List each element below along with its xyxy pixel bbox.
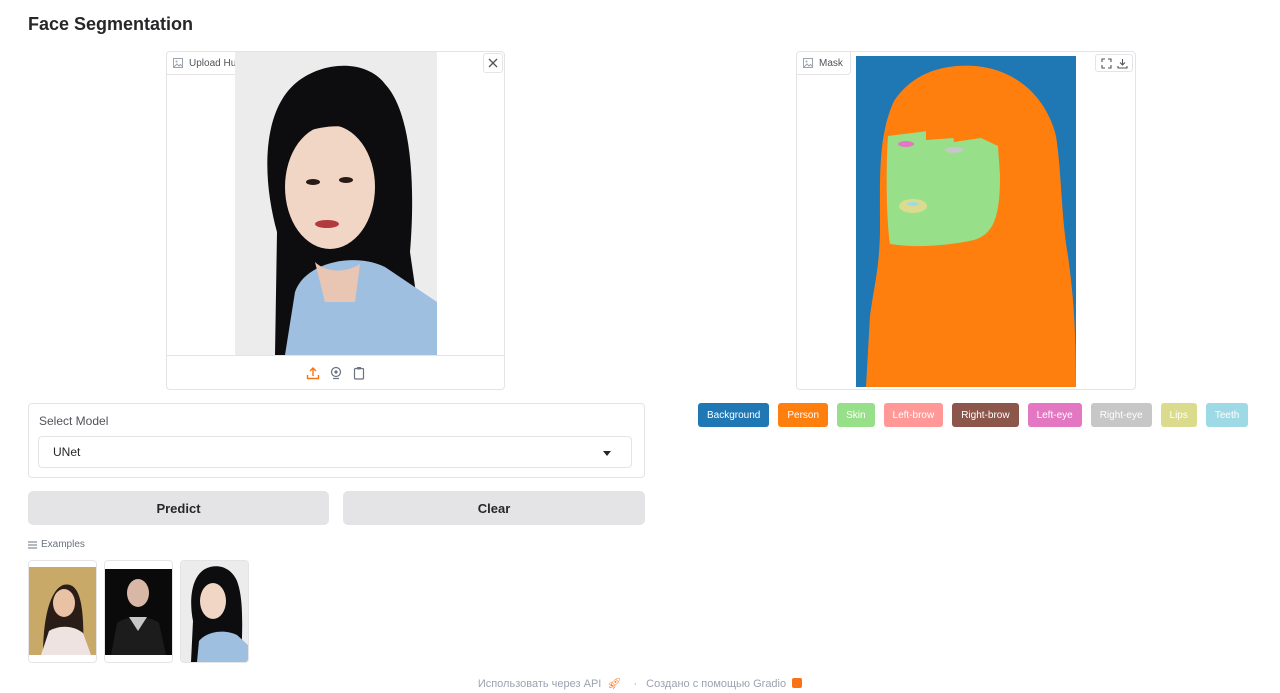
legend-skin: Skin bbox=[837, 403, 875, 427]
example-thumbnail-2[interactable] bbox=[104, 560, 173, 663]
example-image-3 bbox=[181, 561, 248, 662]
footer: Использовать через API 🚀︎ · Создано с по… bbox=[0, 677, 1280, 690]
legend-right-eye: Right-eye bbox=[1090, 403, 1152, 427]
built-with-gradio-link[interactable]: Создано с помощью Gradio bbox=[646, 678, 786, 690]
examples-label: Examples bbox=[41, 539, 85, 550]
legend-person: Person bbox=[778, 403, 829, 427]
upload-source-toolbar bbox=[167, 355, 504, 389]
legend-lips: Lips bbox=[1160, 403, 1197, 427]
download-icon bbox=[1116, 58, 1128, 69]
example-thumbnail-3[interactable] bbox=[180, 560, 249, 663]
example-image-2 bbox=[105, 561, 172, 662]
page-title: Face Segmentation bbox=[28, 14, 194, 34]
image-icon bbox=[173, 58, 183, 68]
rocket-icon: 🚀︎ bbox=[607, 678, 622, 690]
clear-button[interactable]: Clear bbox=[343, 491, 645, 525]
upload-icon bbox=[306, 366, 319, 379]
model-select-label: Select Model bbox=[39, 414, 109, 428]
model-selected-value: UNet bbox=[53, 445, 81, 459]
webcam-button[interactable] bbox=[328, 365, 343, 380]
upload-file-button[interactable] bbox=[305, 365, 320, 380]
chevron-down-icon bbox=[603, 451, 611, 456]
mask-label: Mask bbox=[819, 57, 843, 69]
mask-toolbar bbox=[1095, 54, 1133, 72]
upload-image-panel[interactable]: Upload Human Image bbox=[166, 51, 505, 390]
fullscreen-icon bbox=[1100, 57, 1112, 69]
mask-tag: Mask bbox=[797, 52, 851, 75]
list-icon bbox=[28, 541, 37, 548]
use-via-api-link[interactable]: Использовать через API bbox=[478, 678, 602, 690]
legend-left-eye: Left-eye bbox=[1027, 403, 1082, 427]
example-image-1 bbox=[29, 561, 96, 662]
close-icon bbox=[488, 58, 498, 68]
uploaded-portrait-image bbox=[235, 52, 437, 355]
mask-output-panel: Mask bbox=[796, 51, 1136, 390]
image-icon bbox=[803, 58, 813, 68]
footer-separator: · bbox=[633, 678, 638, 690]
legend-background: Background bbox=[698, 403, 770, 427]
clear-image-button[interactable] bbox=[483, 53, 503, 73]
download-button[interactable] bbox=[1115, 56, 1129, 70]
gradio-logo-icon bbox=[792, 678, 803, 688]
predict-button[interactable]: Predict bbox=[28, 491, 329, 525]
segmentation-mask-image bbox=[856, 56, 1076, 387]
clipboard-icon bbox=[353, 366, 364, 380]
example-thumbnail-1[interactable] bbox=[28, 560, 97, 663]
webcam-icon bbox=[330, 366, 341, 379]
legend-left-brow: Left-brow bbox=[883, 403, 944, 427]
model-dropdown[interactable]: UNet bbox=[38, 436, 632, 468]
paste-clipboard-button[interactable] bbox=[351, 365, 366, 380]
examples-header: Examples bbox=[28, 539, 85, 550]
class-legend: Background Person Skin Left-brow Right-b… bbox=[698, 403, 1249, 427]
fullscreen-button[interactable] bbox=[1099, 56, 1113, 70]
legend-teeth: Teeth bbox=[1205, 403, 1249, 427]
legend-right-brow: Right-brow bbox=[952, 403, 1019, 427]
